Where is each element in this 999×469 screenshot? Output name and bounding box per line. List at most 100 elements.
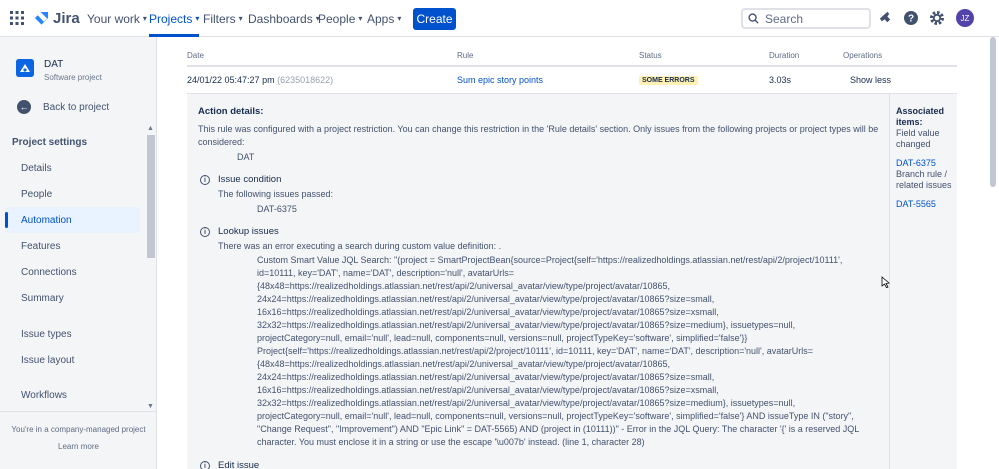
- sidebar-item-issue-layout[interactable]: Issue layout: [5, 347, 140, 373]
- sidebar-item-automation[interactable]: Automation: [5, 207, 140, 233]
- sidebar-item-workflows[interactable]: Workflows: [5, 382, 140, 408]
- sidebar-item-connections[interactable]: Connections: [5, 259, 140, 285]
- show-less-link[interactable]: Show less: [850, 75, 891, 85]
- back-to-project-label: Back to project: [43, 101, 110, 113]
- issue-condition-text: The following issues passed:: [218, 189, 334, 199]
- header-status: Status: [639, 51, 662, 60]
- info-icon: i: [200, 227, 210, 237]
- search-icon: [748, 13, 759, 24]
- action-details-title: Action details:: [198, 106, 264, 117]
- chevron-down-icon: ▾: [195, 14, 200, 23]
- header-duration: Duration: [769, 51, 800, 60]
- sidebar-item-label: Features: [21, 240, 61, 252]
- search-input[interactable]: Search: [741, 8, 871, 29]
- info-icon: i: [200, 175, 210, 185]
- row-id: (6235018622): [277, 75, 334, 85]
- rule-link[interactable]: Sum epic story points: [457, 75, 543, 85]
- sidebar-item-features[interactable]: Features: [5, 233, 140, 259]
- sidebar-item-issue-types[interactable]: Issue types: [5, 321, 140, 347]
- main-scroll-thumb[interactable]: [990, 37, 996, 187]
- sidebar-item-label: People: [21, 188, 53, 200]
- associated-items-title: Associated items:: [896, 106, 945, 127]
- divider: [187, 65, 957, 67]
- search-placeholder: Search: [765, 11, 804, 26]
- arrow-left-icon: ←: [17, 100, 31, 114]
- chevron-down-icon: ▾: [142, 14, 147, 23]
- sidebar-item-label: Workflows: [21, 389, 67, 401]
- edit-issue-title: Edit issue: [218, 460, 260, 469]
- associated-issue-link[interactable]: DAT-6375: [896, 158, 952, 169]
- back-to-project-link[interactable]: ← Back to project: [17, 100, 109, 114]
- row-date-text: 24/01/22 05:47:27 pm: [187, 75, 275, 85]
- scroll-down-icon[interactable]: ▼: [147, 403, 154, 410]
- sidebar-item-details[interactable]: Details: [5, 155, 140, 181]
- settings-gear-icon[interactable]: [929, 10, 945, 26]
- row-date: 24/01/22 05:47:27 pm (6235018622): [187, 75, 333, 85]
- nav-your-work[interactable]: Your work ▾: [87, 0, 147, 37]
- nav-projects[interactable]: Projects ▾: [149, 0, 200, 37]
- project-type: Software project: [44, 73, 102, 82]
- top-navigation: Jira Your work ▾ Projects ▾ Filters ▾ Dashb…: [0, 0, 999, 37]
- associated-issue-link[interactable]: DAT-5565: [896, 199, 952, 210]
- nav-projects-label: Projects: [149, 11, 193, 26]
- associated-label-field-value: Field value changed: [896, 128, 940, 149]
- nav-your-work-label: Your work: [87, 11, 140, 26]
- create-button[interactable]: Create: [413, 8, 456, 30]
- sidebar-item-label: Issue layout: [21, 354, 75, 366]
- jira-logo-icon: [34, 11, 49, 25]
- jql-error-text: Custom Smart Value JQL Search: "(project…: [257, 255, 860, 447]
- company-managed-note: You're in a company-managed project: [11, 425, 146, 434]
- sidebar-item-people[interactable]: People: [5, 181, 140, 207]
- notifications-icon[interactable]: [878, 10, 894, 26]
- table-row: 24/01/22 05:47:27 pm (6235018622) Sum ep…: [187, 73, 957, 91]
- nav-apps[interactable]: Apps ▾: [367, 0, 401, 37]
- associated-label-branch: Branch rule / related issues: [896, 169, 952, 190]
- help-icon[interactable]: ?: [903, 10, 919, 26]
- sidebar-item-label: Summary: [21, 292, 64, 304]
- project-sidebar: DAT Software project ← Back to project P…: [0, 37, 157, 469]
- restriction-text: This rule was configured with a project …: [198, 124, 879, 147]
- sidebar-item-label: Automation: [21, 214, 72, 226]
- chevron-down-icon: ▾: [397, 14, 402, 23]
- scroll-up-icon[interactable]: ▲: [147, 125, 154, 132]
- header-date: Date: [187, 51, 204, 60]
- info-icon: i: [200, 461, 210, 469]
- sidebar-item-label: Details: [21, 162, 52, 174]
- sidebar-item-label: Issue types: [21, 328, 72, 340]
- restriction-project: DAT: [237, 152, 255, 162]
- main-content: Date Rule Status Duration Operations 24/…: [157, 37, 999, 469]
- header-rule: Rule: [457, 51, 474, 60]
- row-duration: 3.03s: [769, 75, 792, 85]
- issue-condition-title: Issue condition: [218, 174, 282, 185]
- condition-issue-key: DAT-6375: [257, 204, 297, 214]
- mouse-cursor-icon: [881, 276, 891, 288]
- sidebar-scroll-thumb[interactable]: [147, 135, 155, 258]
- chevron-down-icon: ▾: [238, 14, 243, 23]
- chevron-down-icon: ▾: [358, 14, 363, 23]
- project-avatar-icon: [16, 59, 34, 77]
- nav-dashboards-label: Dashboards: [248, 11, 313, 26]
- project-settings-heading: Project settings: [12, 137, 88, 148]
- audit-table-header: Date Rule Status Duration Operations: [187, 51, 957, 65]
- lookup-issues-title: Lookup issues: [218, 226, 279, 237]
- project-name: DAT: [44, 59, 64, 70]
- nav-filters[interactable]: Filters ▾: [203, 0, 243, 37]
- sidebar-item-summary[interactable]: Summary: [5, 285, 140, 311]
- learn-more-link[interactable]: Learn more: [0, 442, 157, 451]
- jira-logo-text: Jira: [53, 10, 80, 27]
- nav-filters-label: Filters: [203, 11, 236, 26]
- nav-people-label: People: [318, 11, 356, 26]
- nav-people[interactable]: People ▾: [318, 0, 362, 37]
- associated-items-panel: Associated items: Field value changed DA…: [889, 94, 957, 469]
- nav-dashboards[interactable]: Dashboards ▾: [248, 0, 320, 37]
- user-avatar[interactable]: JZ: [956, 9, 974, 27]
- app-switcher-icon[interactable]: [9, 10, 25, 26]
- status-badge: SOME ERRORS: [639, 76, 698, 85]
- sidebar-footer: You're in a company-managed project Lear…: [0, 411, 157, 469]
- header-operations: Operations: [843, 51, 883, 60]
- project-header[interactable]: DAT Software project: [16, 59, 102, 82]
- jira-logo[interactable]: Jira: [34, 10, 80, 27]
- nav-apps-label: Apps: [367, 11, 395, 26]
- lookup-issues-text: There was an error executing a search du…: [218, 241, 502, 251]
- action-details-panel: Action details: This rule was configured…: [187, 94, 957, 469]
